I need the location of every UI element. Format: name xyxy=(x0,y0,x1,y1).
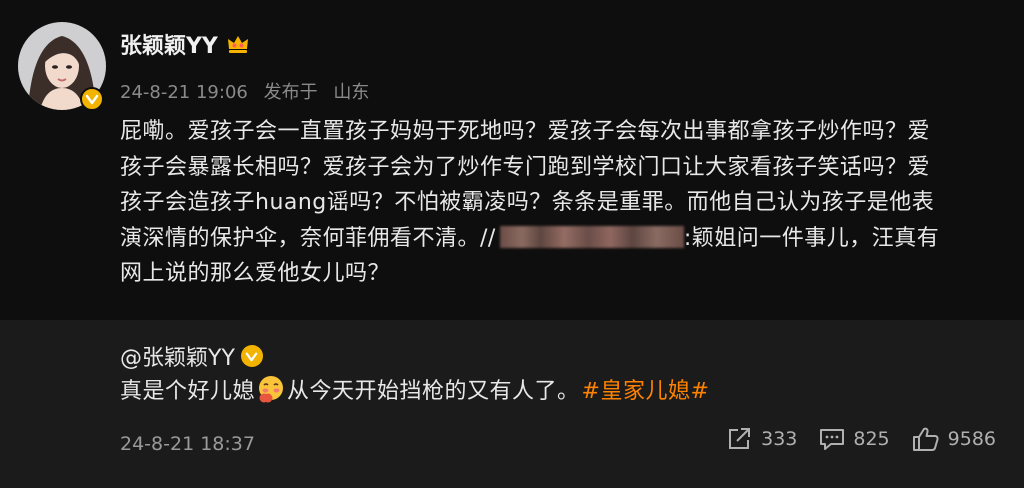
username-text[interactable]: 张颖颖YY xyxy=(120,28,218,60)
repost-text-before: 真是个好儿媳 xyxy=(120,379,256,404)
mention-link[interactable]: @张颖颖YY xyxy=(120,340,235,372)
blurred-username xyxy=(499,225,684,248)
verified-badge-icon xyxy=(80,87,104,111)
content-line: 网上说的那么爱他女儿吗？ xyxy=(120,261,391,286)
blushing-face-emoji xyxy=(259,376,284,403)
thumbs-up-icon xyxy=(912,427,939,451)
repost-time: 24-8-21 18:37 xyxy=(120,433,255,455)
content-line-prefix: 演深情的保护伞，奈何菲佣看不清。// xyxy=(120,225,496,251)
content-line: 孩子会造孩子huang谣吗？不怕被霸凌吗？条条是重罪。而他自己认为孩子是他表 xyxy=(120,190,935,215)
like-count: 9586 xyxy=(947,428,996,450)
share-icon xyxy=(729,428,751,449)
post-username[interactable]: 张颖颖YY xyxy=(120,28,250,60)
repost-text-after: 从今天开始挡枪的又有人了。 xyxy=(287,379,580,404)
location-prefix: 发布于 xyxy=(263,82,318,103)
comment-icon xyxy=(820,429,845,450)
hashtag-link[interactable]: #皇家儿媳# xyxy=(582,373,710,405)
comment-count: 825 xyxy=(853,428,890,450)
post-location: 山东 xyxy=(333,82,370,103)
content-line: 孩子会暴露长相吗？爱孩子会为了炒作专门跑到学校门口让大家看孩子笑话吗？爱 xyxy=(120,154,931,180)
weibo-post: 张颖颖YY 24-8-21 19:06 发布于 山东 屁嘞。爱孩子会一直置孩子妈… xyxy=(0,0,1024,320)
post-meta: 24-8-21 19:06 发布于 山东 xyxy=(120,78,379,104)
comment-button[interactable]: 825 xyxy=(819,427,890,451)
share-count: 333 xyxy=(761,428,798,450)
share-button[interactable]: 333 xyxy=(727,427,797,451)
content-line-suffix: :颖姐问一件事儿，汪真有 xyxy=(683,225,940,251)
content-line: 演深情的保护伞，奈何菲佣看不清。// :颖姐问一件事儿，汪真有 xyxy=(120,221,1000,257)
post-content: 屁嘞。爱孩子会一直置孩子妈妈于死地吗？爱孩子会每次出事都拿孩子炒作吗？爱 孩子会… xyxy=(120,114,1000,292)
action-bar: 333 825 9586 xyxy=(727,426,996,452)
post-time: 24-8-21 19:06 xyxy=(120,82,248,103)
repost-mention[interactable]: @张颖颖YY xyxy=(120,340,263,372)
repost-text: 真是个好儿媳 从今天开始挡枪的又有人了。 #皇家儿媳# xyxy=(120,373,709,405)
verified-badge-icon xyxy=(240,345,263,367)
crown-icon xyxy=(227,36,248,53)
like-button[interactable]: 9586 xyxy=(912,426,996,452)
content-line: 屁嘞。爱孩子会一直置孩子妈妈于死地吗？爱孩子会每次出事都拿孩子炒作吗？爱 xyxy=(120,119,931,144)
